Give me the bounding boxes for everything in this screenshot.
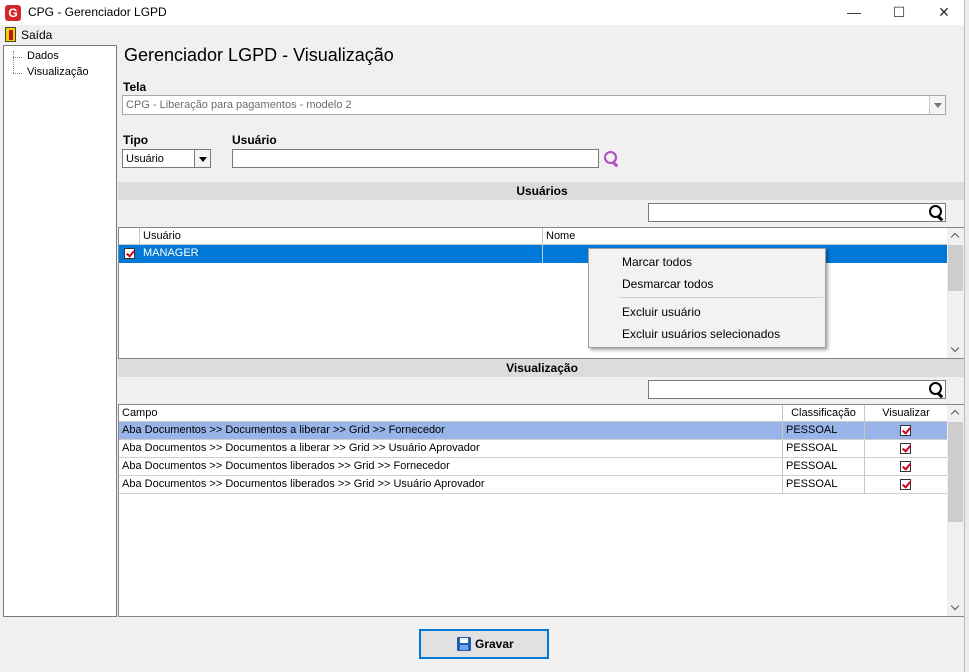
usuario-label: Usuário	[232, 133, 277, 147]
visualizacao-scrollbar[interactable]	[947, 405, 964, 616]
app-icon: G	[5, 5, 21, 21]
campo-cell: Aba Documentos >> Documentos liberados >…	[119, 476, 783, 494]
campo-cell: Aba Documentos >> Documentos a liberar >…	[119, 422, 783, 440]
close-button[interactable]: ✕	[921, 0, 967, 25]
chevron-down-icon[interactable]	[951, 345, 960, 354]
chevron-up-icon[interactable]	[951, 408, 960, 417]
header-campo[interactable]: Campo	[119, 405, 783, 422]
page-title: Gerenciador LGPD - Visualização	[124, 45, 394, 65]
menu-separator	[619, 297, 823, 298]
save-button-label: Gravar	[475, 637, 514, 651]
floppy-disk-icon	[457, 637, 471, 651]
navigation-tree: Dados Visualização	[3, 45, 117, 617]
usuarios-filter-input[interactable]	[648, 203, 946, 222]
tipo-label: Tipo	[123, 133, 149, 147]
header-classificacao[interactable]: Classificação	[783, 405, 865, 422]
visualizar-checkbox[interactable]	[900, 461, 911, 472]
save-button[interactable]: Gravar	[419, 629, 549, 659]
usuarios-scrollbar[interactable]	[947, 228, 964, 358]
header-visualizar[interactable]: Visualizar	[865, 405, 947, 422]
minimize-button[interactable]: —	[831, 0, 877, 25]
window-edge	[964, 0, 969, 672]
usuario-input[interactable]	[232, 149, 599, 168]
window-title: CPG - Gerenciador LGPD	[28, 5, 167, 19]
chevron-down-icon[interactable]	[951, 603, 960, 612]
chevron-down-icon[interactable]	[929, 96, 945, 114]
scroll-thumb[interactable]	[948, 245, 963, 291]
menu-bar	[0, 25, 969, 44]
visualizacao-grid: Campo Classificação Visualizar Aba Docum…	[118, 404, 965, 617]
tree-item-dados[interactable]: Dados	[27, 50, 59, 62]
campo-cell: Aba Documentos >> Documentos liberados >…	[119, 458, 783, 476]
header-nome[interactable]: Nome	[543, 228, 948, 245]
header-usuario[interactable]: Usuário	[140, 228, 543, 245]
visualizar-checkbox[interactable]	[900, 425, 911, 436]
search-icon[interactable]	[929, 382, 945, 398]
visualizar-checkbox[interactable]	[900, 479, 911, 490]
tipo-select-value: Usuário	[126, 153, 164, 165]
scroll-thumb[interactable]	[948, 422, 963, 522]
visualizacao-filter-input[interactable]	[648, 380, 946, 399]
exit-door-icon	[5, 27, 16, 42]
header-checkbox-column	[119, 228, 140, 245]
menu-item-desmarcar-todos[interactable]: Desmarcar todos	[622, 277, 713, 291]
visualizacao-section-header: Visualização	[118, 359, 966, 377]
tipo-select[interactable]: Usuário	[122, 149, 211, 168]
usuarios-grid: Usuário Nome MANAGER	[118, 227, 965, 359]
classificacao-cell: PESSOAL	[783, 440, 865, 458]
search-icon[interactable]	[604, 151, 620, 167]
classificacao-cell: PESSOAL	[783, 458, 865, 476]
row-checkbox[interactable]	[124, 248, 135, 259]
tela-label: Tela	[123, 80, 147, 94]
menu-item-marcar-todos[interactable]: Marcar todos	[622, 255, 692, 269]
campo-cell: Aba Documentos >> Documentos a liberar >…	[119, 440, 783, 458]
maximize-button[interactable]: ☐	[876, 0, 922, 25]
tela-select[interactable]: CPG - Liberação para pagamentos - modelo…	[122, 95, 946, 115]
visualizar-checkbox[interactable]	[900, 443, 911, 454]
chevron-up-icon[interactable]	[951, 231, 960, 240]
menu-item-excluir-usuario[interactable]: Excluir usuário	[622, 305, 701, 319]
menu-item-excluir-selecionados[interactable]: Excluir usuários selecionados	[622, 327, 780, 341]
chevron-down-icon[interactable]	[194, 150, 210, 167]
classificacao-cell: PESSOAL	[783, 422, 865, 440]
usuarios-section-header: Usuários	[118, 182, 966, 200]
context-menu: Marcar todos Desmarcar todos Excluir usu…	[588, 248, 826, 348]
tree-item-visualizacao[interactable]: Visualização	[27, 66, 89, 78]
menu-exit[interactable]: Saída	[21, 28, 52, 42]
tela-select-value: CPG - Liberação para pagamentos - modelo…	[126, 99, 352, 111]
usuario-cell: MANAGER	[140, 245, 543, 263]
search-icon[interactable]	[929, 205, 945, 221]
classificacao-cell: PESSOAL	[783, 476, 865, 494]
